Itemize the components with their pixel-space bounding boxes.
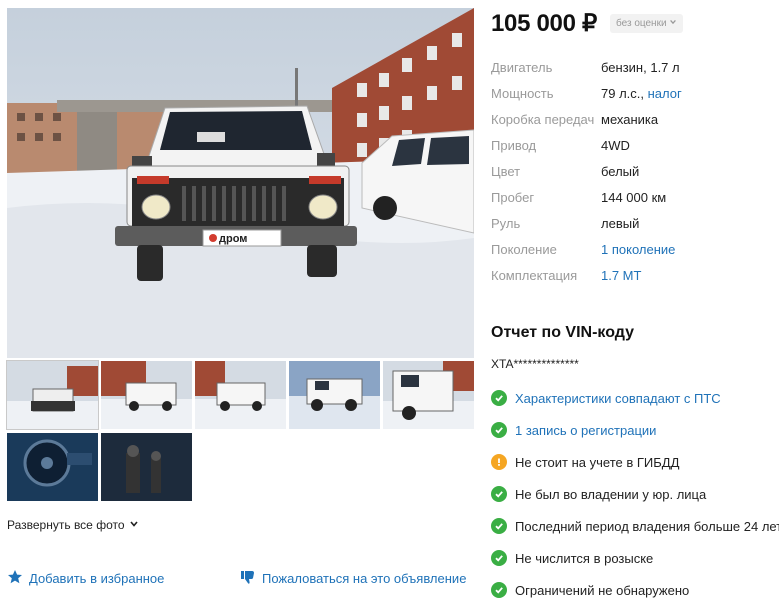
vin-check-link[interactable]: Характеристики совпадают с ПТС (515, 391, 721, 406)
spec-key: Поколение (491, 242, 557, 257)
spec-key: Коробка передач (491, 112, 595, 127)
thumb-down-icon (240, 569, 256, 588)
vin-check-item: Характеристики совпадают с ПТС (491, 390, 721, 406)
add-to-favorites-button[interactable]: Добавить в избранное (7, 569, 164, 588)
spec-value: левый (601, 216, 640, 231)
thumbnail-3[interactable] (195, 361, 286, 429)
spec-key: Привод (491, 138, 537, 153)
complain-label: Пожаловаться на это объявление (262, 571, 467, 586)
main-photo[interactable]: дром (7, 8, 474, 358)
spec-value: 144 000 км (601, 190, 667, 205)
vin-check-item: 1 запись о регистрации (491, 422, 656, 438)
exclamation-circle-icon (491, 454, 507, 470)
tax-link[interactable]: налог (648, 86, 682, 101)
spec-value: 79 л.с., (601, 86, 648, 101)
vin-report-title: Отчет по VIN-коду (491, 324, 635, 341)
vin-check-text: Не числится в розыске (515, 550, 654, 566)
spec-value: 4WD (601, 138, 630, 153)
spec-key: Цвет (491, 164, 521, 179)
vin-check-text: Ограничений не обнаружено (515, 582, 690, 598)
vin-check-text: Не стоит на учете в ГИБДД (515, 454, 680, 470)
spec-value: белый (601, 164, 640, 179)
spec-key: Мощность (491, 86, 554, 101)
vin-check-item: Ограничений не обнаружено (491, 582, 689, 598)
vin-check-item: Последний период владения больше 24 лет (491, 518, 779, 534)
vin-check-link[interactable]: 1 запись о регистрации (515, 423, 656, 438)
complain-button[interactable]: Пожаловаться на это объявление (240, 569, 466, 588)
spec-key: Руль (491, 216, 521, 231)
thumbnail-5[interactable] (383, 361, 474, 429)
check-circle-icon (491, 518, 507, 534)
vin-check-item: Не стоит на учете в ГИБДД (491, 454, 679, 470)
check-circle-icon (491, 582, 507, 598)
spec-value: бензин, 1.7 л (601, 60, 680, 75)
expand-photos-button[interactable]: Развернуть все фото (7, 518, 139, 532)
price-rating-label: без оценки (616, 18, 667, 29)
thumbnail-4[interactable] (289, 361, 380, 429)
thumbnail-2[interactable] (101, 361, 192, 429)
add-to-favorites-label: Добавить в избранное (29, 571, 165, 586)
generation-link[interactable]: 1 поколение (601, 242, 675, 257)
vin-check-item: Не числится в розыске (491, 550, 653, 566)
check-circle-icon (491, 422, 507, 438)
spec-value: механика (601, 112, 659, 127)
spec-key: Пробег (491, 190, 535, 205)
trim-link[interactable]: 1.7 MT (601, 268, 641, 283)
vin-check-item: Не был во владении у юр. лица (491, 486, 706, 502)
plate-logo-text: дром (219, 233, 247, 245)
vin-check-text: Последний период владения больше 24 лет (515, 518, 779, 534)
spec-key: Двигатель (491, 60, 553, 75)
vin-code: XTA************** (491, 357, 579, 371)
thumbnail-6[interactable] (7, 433, 98, 501)
price-rating-badge[interactable]: без оценки (610, 14, 683, 33)
chevron-down-icon (669, 14, 677, 33)
price: 105 000 ₽ (491, 10, 597, 37)
star-icon (7, 569, 23, 588)
thumbnail-7[interactable] (101, 433, 192, 501)
check-circle-icon (491, 390, 507, 406)
thumbnail-1[interactable] (6, 360, 99, 430)
vin-check-text: Не был во владении у юр. лица (515, 486, 707, 502)
check-circle-icon (491, 550, 507, 566)
check-circle-icon (491, 486, 507, 502)
chevron-down-icon (129, 518, 139, 532)
spec-key: Комплектация (491, 268, 578, 283)
expand-photos-label: Развернуть все фото (7, 518, 125, 532)
